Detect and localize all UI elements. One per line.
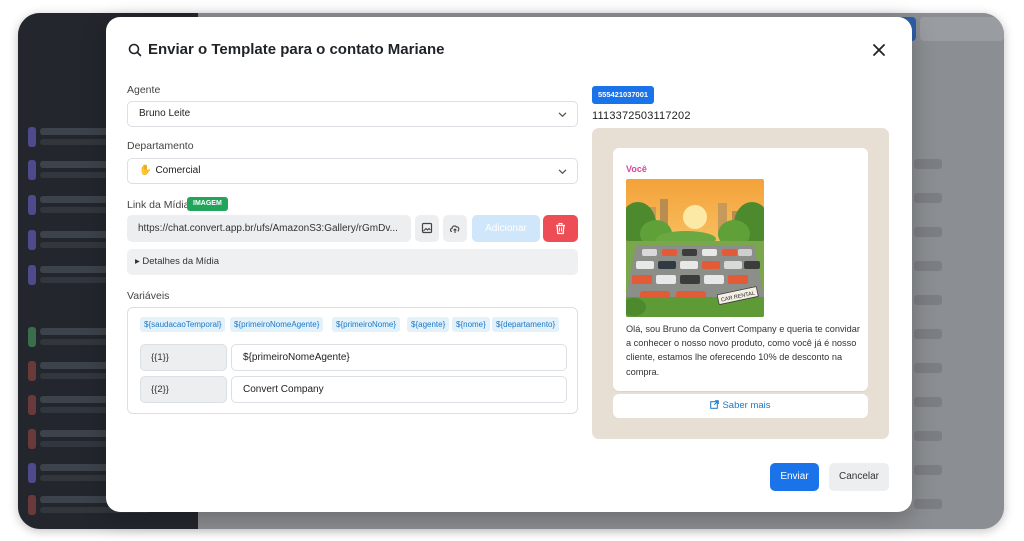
phone-number: 1113372503117202 bbox=[592, 110, 691, 122]
cta-label: Saber mais bbox=[722, 400, 771, 411]
variable-chip[interactable]: ${agente} bbox=[407, 317, 450, 332]
variable-key: {{1}} bbox=[140, 344, 227, 371]
variable-key: {{2}} bbox=[140, 376, 227, 403]
bg-button bbox=[920, 17, 1004, 41]
agent-select-value: Bruno Leite bbox=[139, 108, 191, 119]
add-button[interactable]: Adicionar bbox=[472, 215, 540, 242]
delete-button[interactable] bbox=[543, 215, 578, 242]
department-select-value: Comercial bbox=[155, 165, 201, 176]
image-icon bbox=[421, 222, 433, 234]
variable-value-input[interactable]: Convert Company bbox=[231, 376, 567, 403]
media-url-input[interactable]: https://chat.convert.app.br/ufs/AmazonS3… bbox=[127, 215, 411, 242]
variable-chip[interactable]: ${nome} bbox=[452, 317, 490, 332]
upload-button[interactable] bbox=[443, 215, 467, 242]
department-select[interactable]: ✋ Comercial bbox=[127, 158, 578, 184]
saber-mais-button[interactable]: Saber mais bbox=[613, 394, 868, 418]
media-image: CAR RENTAL bbox=[626, 179, 764, 317]
cancel-button[interactable]: Cancelar bbox=[829, 463, 889, 491]
send-template-modal: Enviar o Template para o contato Mariane… bbox=[106, 17, 912, 512]
agent-label: Agente bbox=[127, 84, 161, 96]
message-text: Olá, sou Bruno da Convert Company e quer… bbox=[626, 324, 860, 377]
search-icon bbox=[128, 43, 142, 57]
modal-title: Enviar o Template para o contato Mariane bbox=[148, 41, 445, 58]
hand-icon: ✋ bbox=[139, 165, 152, 176]
close-icon[interactable] bbox=[870, 41, 888, 59]
agent-select[interactable]: Bruno Leite bbox=[127, 101, 578, 127]
chevron-down-icon bbox=[558, 112, 567, 117]
variables-label: Variáveis bbox=[127, 290, 170, 302]
variable-value-input[interactable]: ${primeiroNomeAgente} bbox=[231, 344, 567, 371]
send-button[interactable]: Enviar bbox=[770, 463, 819, 491]
variables-box: ${saudacaoTemporal} ${primeiroNomeAgente… bbox=[127, 307, 578, 414]
department-label: Departamento bbox=[127, 140, 194, 152]
message-preview: Você CAR RENTAL Olá, sou Bruno da Conver… bbox=[592, 128, 889, 439]
external-link-icon bbox=[710, 400, 720, 409]
cloud-upload-icon bbox=[449, 225, 460, 233]
variable-chip[interactable]: ${primeiroNome} bbox=[332, 317, 401, 332]
variable-chip[interactable]: ${primeiroNomeAgente} bbox=[230, 317, 324, 332]
sender-name: Você bbox=[626, 164, 647, 174]
image-button[interactable] bbox=[415, 215, 439, 242]
modal-header: Enviar o Template para o contato Mariane bbox=[126, 39, 892, 63]
media-details-toggle[interactable]: ▸ Detalhes da Mídia bbox=[127, 249, 578, 275]
trash-icon bbox=[556, 222, 565, 235]
message-bubble: Você CAR RENTAL Olá, sou Bruno da Conver… bbox=[613, 148, 868, 391]
chevron-down-icon bbox=[558, 169, 567, 174]
number-badge: 555421037001 bbox=[592, 86, 655, 104]
media-type-badge: IMAGEM bbox=[187, 197, 228, 211]
variable-chip[interactable]: ${saudacaoTemporal} bbox=[140, 317, 226, 332]
media-link-label: Link da Mídia bbox=[127, 199, 190, 211]
car-lot-illustration: CAR RENTAL bbox=[626, 179, 764, 317]
variable-chip[interactable]: ${departamento} bbox=[492, 317, 560, 332]
